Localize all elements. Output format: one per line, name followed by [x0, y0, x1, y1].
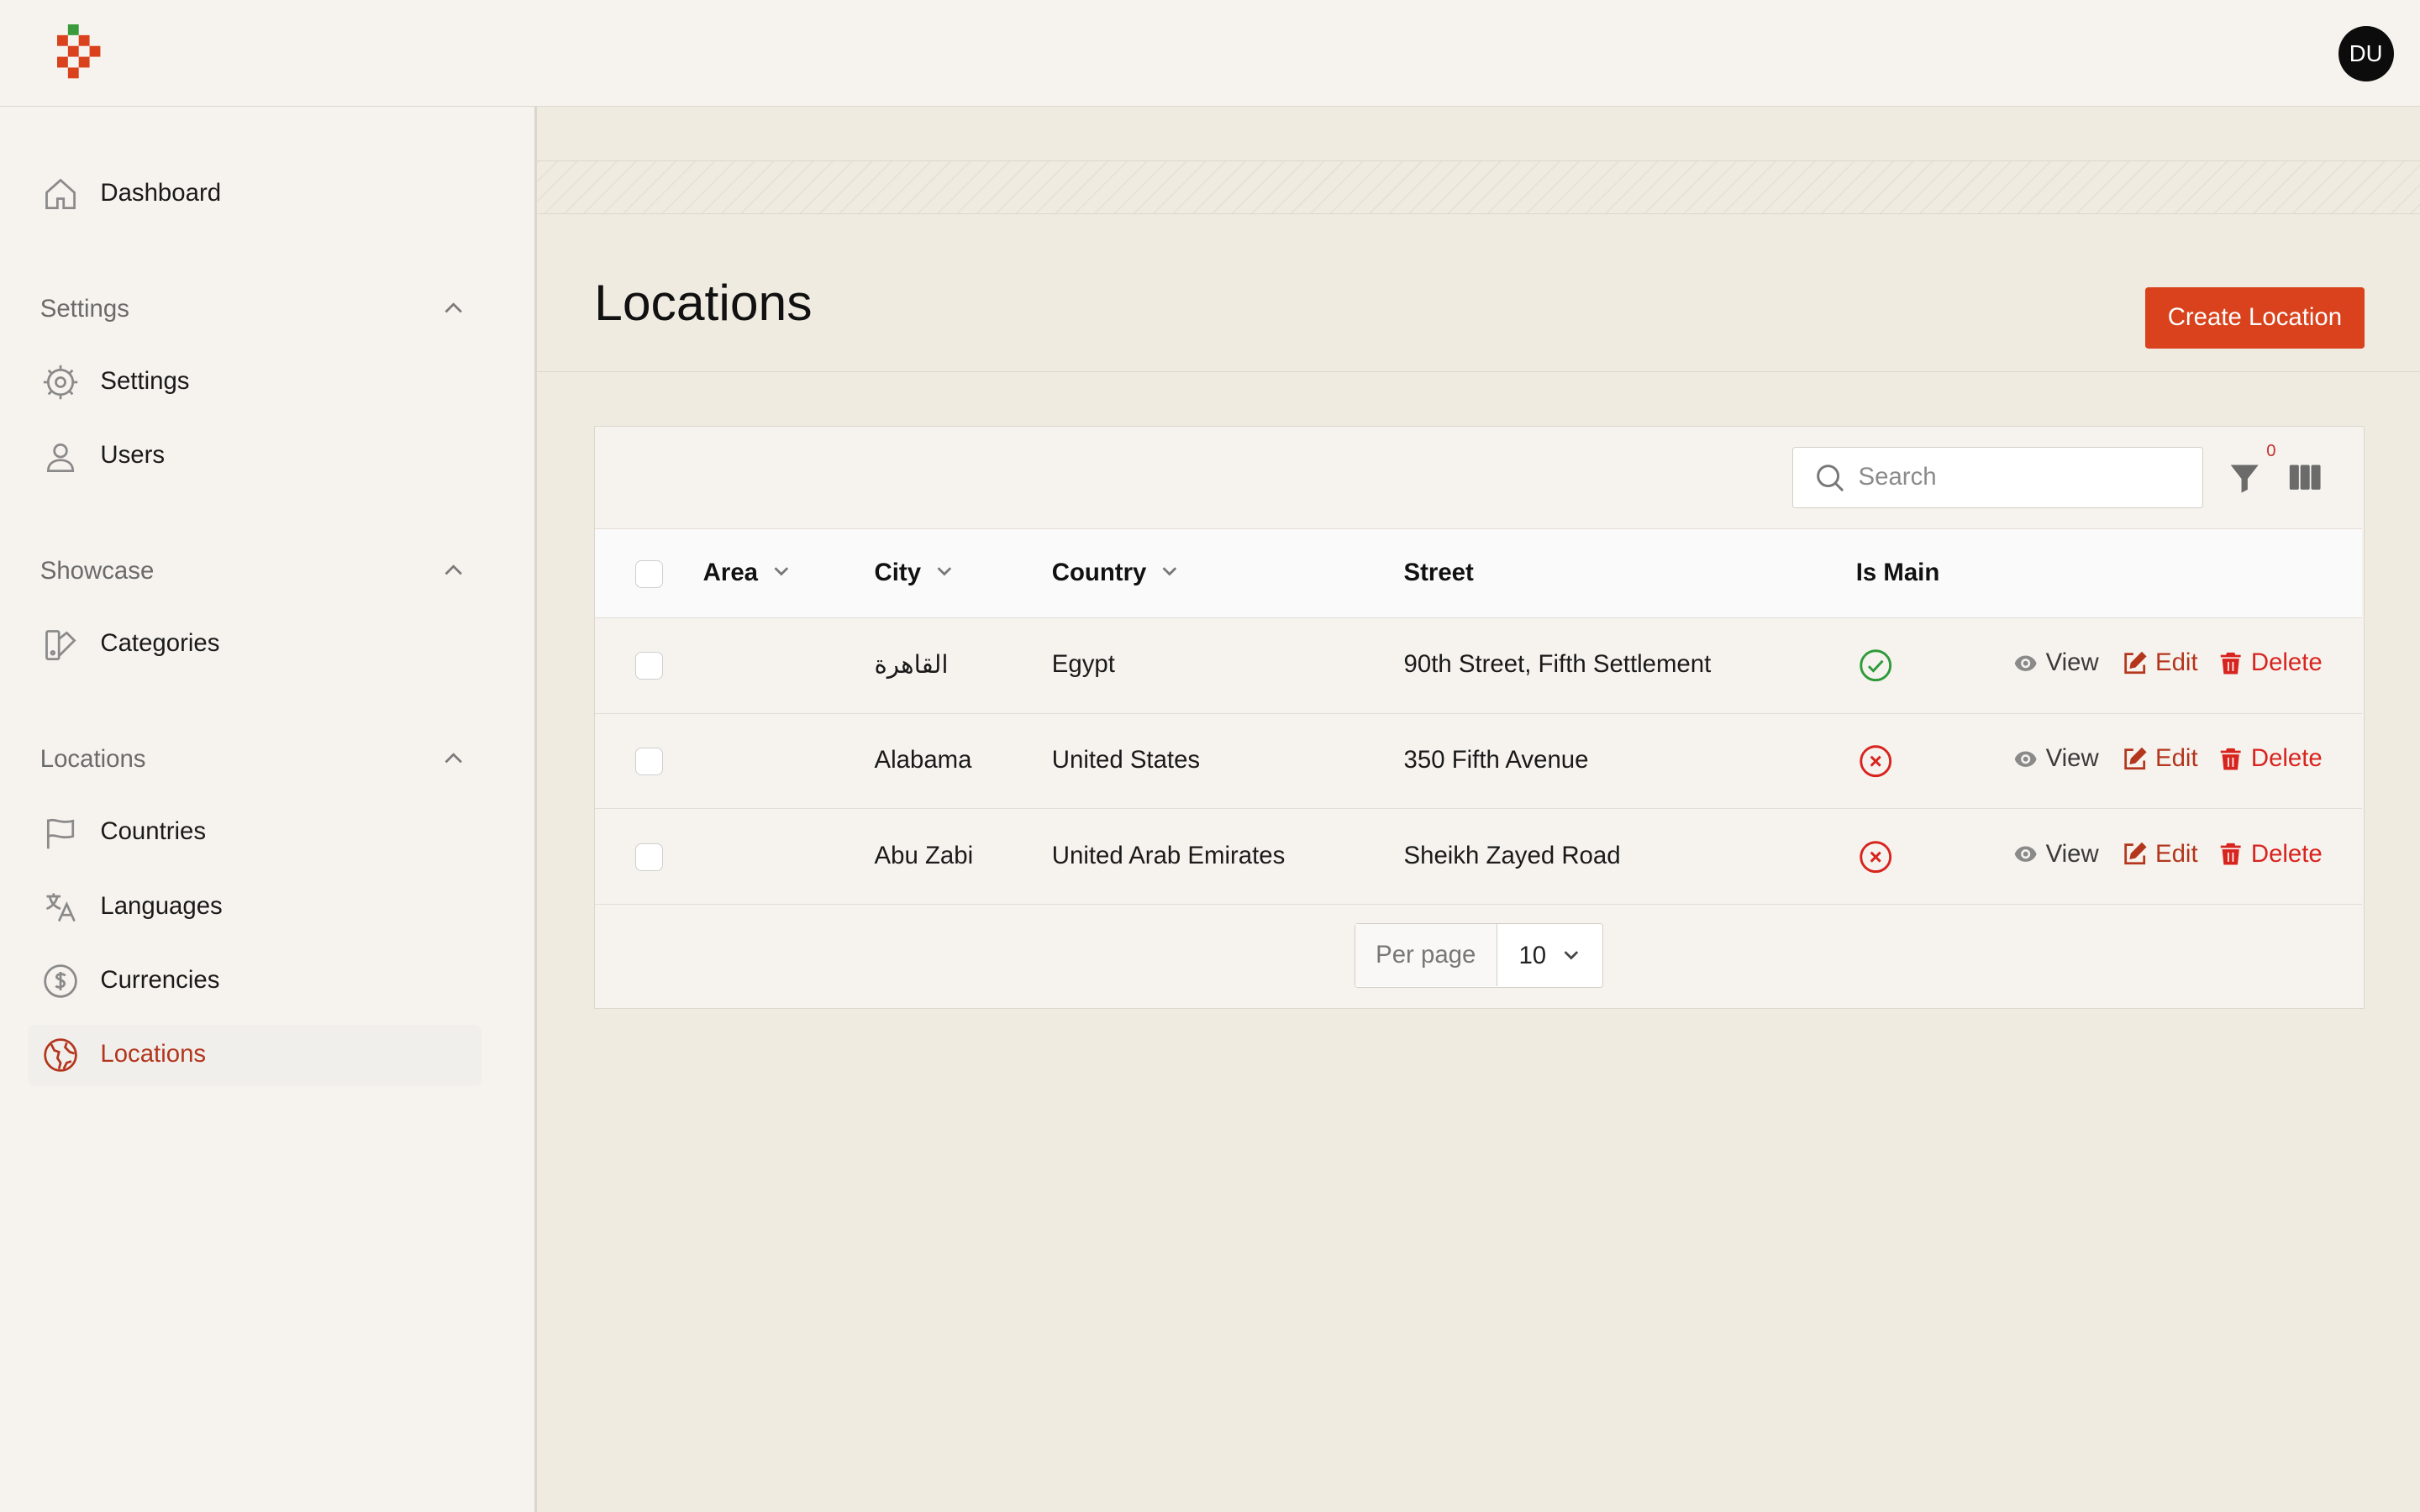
sidebar-item-dashboard[interactable]: Dashboard — [28, 164, 481, 225]
filter-count-badge: 0 — [2266, 442, 2276, 461]
app-logo[interactable] — [56, 24, 103, 81]
gear-icon — [43, 365, 77, 400]
page-header: Locations Create Location — [537, 214, 2420, 372]
search-field[interactable] — [1792, 446, 2203, 509]
row-checkbox[interactable] — [634, 747, 663, 775]
swatch-icon — [45, 629, 76, 660]
sidebar-item-label: Users — [100, 441, 166, 470]
user-avatar[interactable]: DU — [2338, 26, 2394, 82]
sidebar-item-currencies[interactable]: Currencies — [28, 950, 481, 1011]
sidebar-item-label: Languages — [100, 891, 223, 920]
sidebar-item-label: Currencies — [100, 965, 220, 994]
table-row: Alabama United States 350 Fifth Avenue V… — [595, 714, 2363, 810]
chevron-down-icon — [1162, 567, 1177, 576]
cell-city: Abu Zabi — [874, 841, 974, 869]
cell-country: United States — [1051, 746, 1201, 774]
chevron-up-icon[interactable] — [441, 747, 466, 771]
search-input[interactable] — [1858, 447, 2191, 507]
cell-city: Alabama — [874, 746, 972, 774]
cell-street: 90th Street, Fifth Settlement — [1403, 650, 1712, 679]
table-toolbar: 0 — [595, 427, 2362, 528]
user-icon — [46, 443, 74, 472]
table-header: Area City Country Street Is Main — [595, 528, 2363, 618]
eye-icon — [2014, 655, 2037, 671]
column-header-city[interactable]: City — [875, 559, 955, 587]
cell-country: United Arab Emirates — [1051, 841, 1286, 869]
per-page-select[interactable]: 10 — [1497, 924, 1602, 985]
filter-icon[interactable] — [2228, 460, 2261, 494]
sidebar-item-label: Countries — [100, 817, 207, 846]
column-header-is-main: Is Main — [1855, 559, 1940, 587]
sidebar-item-label: Locations — [100, 1039, 207, 1068]
sidebar-item-countries[interactable]: Countries — [28, 802, 481, 864]
decorative-strip — [537, 160, 2420, 215]
pagination: Per page 10 — [1354, 923, 1603, 989]
sidebar-group-settings[interactable]: Settings — [40, 295, 129, 323]
cell-street: 350 Fifth Avenue — [1403, 746, 1589, 774]
edit-action[interactable]: Edit — [2123, 648, 2198, 677]
translate-icon — [45, 893, 76, 922]
chevron-down-icon — [937, 567, 951, 576]
edit-icon — [2124, 843, 2148, 865]
sidebar: Dashboard Settings Settings Users Showca… — [0, 106, 538, 1512]
main-content: Locations Create Location 0 Area City Co… — [537, 106, 2420, 1512]
columns-icon[interactable] — [2288, 460, 2322, 494]
trash-icon — [2221, 652, 2241, 675]
view-action[interactable]: View — [2013, 648, 2099, 677]
table-row: Abu Zabi United Arab Emirates Sheikh Zay… — [595, 809, 2363, 906]
x-circle-icon — [1860, 745, 1892, 778]
search-icon — [1817, 465, 1844, 492]
view-action[interactable]: View — [2013, 744, 2099, 773]
per-page-label: Per page — [1355, 924, 1497, 986]
flag-icon — [46, 818, 74, 849]
create-location-button[interactable]: Create Location — [2144, 286, 2365, 349]
sidebar-item-label: Settings — [100, 367, 190, 396]
table-row: القاهرة Egypt 90th Street, Fifth Settlem… — [595, 618, 2363, 714]
edit-icon — [2124, 747, 2148, 769]
app-root: DU Dashboard Settings Settings Users Sho… — [0, 0, 2420, 1512]
column-header-street: Street — [1403, 559, 1474, 587]
sidebar-item-users[interactable]: Users — [28, 426, 481, 487]
sidebar-group-showcase[interactable]: Showcase — [40, 557, 155, 585]
trash-icon — [2221, 843, 2241, 865]
x-circle-icon — [1860, 841, 1892, 874]
column-header-country[interactable]: Country — [1052, 559, 1181, 587]
select-all-checkbox[interactable] — [634, 559, 663, 588]
page-title: Locations — [594, 274, 813, 332]
chevron-up-icon[interactable] — [441, 559, 466, 583]
eye-icon — [2014, 846, 2037, 863]
chevron-down-icon — [774, 567, 788, 576]
chevron-down-icon — [1564, 951, 1579, 960]
eye-icon — [2014, 751, 2037, 767]
edit-action[interactable]: Edit — [2123, 744, 2198, 773]
sidebar-item-languages[interactable]: Languages — [28, 876, 481, 937]
column-header-area[interactable]: Area — [703, 559, 792, 587]
row-checkbox[interactable] — [634, 843, 663, 871]
sidebar-item-locations[interactable]: Locations — [28, 1024, 482, 1086]
delete-action[interactable]: Delete — [2218, 744, 2323, 773]
dollar-icon — [43, 964, 77, 998]
sidebar-item-settings[interactable]: Settings — [28, 352, 481, 413]
cell-city: القاهرة — [874, 651, 949, 680]
edit-action[interactable]: Edit — [2123, 840, 2198, 869]
globe-icon — [43, 1038, 77, 1073]
locations-table-card: 0 Area City Country Street Is Main القاه… — [594, 425, 2365, 1010]
delete-action[interactable]: Delete — [2218, 648, 2323, 677]
sidebar-group-locations[interactable]: Locations — [40, 745, 146, 774]
top-bar: DU — [0, 0, 2420, 107]
sidebar-item-label: Dashboard — [100, 179, 222, 207]
home-icon — [45, 179, 76, 210]
edit-icon — [2124, 651, 2148, 674]
cell-street: Sheikh Zayed Road — [1403, 841, 1621, 869]
sidebar-item-categories[interactable]: Categories — [28, 614, 481, 675]
sidebar-item-label: Categories — [100, 629, 220, 658]
chevron-up-icon[interactable] — [441, 297, 466, 321]
delete-action[interactable]: Delete — [2218, 840, 2323, 869]
per-page-value: 10 — [1518, 941, 1547, 969]
view-action[interactable]: View — [2013, 840, 2099, 869]
trash-icon — [2221, 748, 2241, 770]
check-circle-icon — [1860, 649, 1892, 682]
cell-country: Egypt — [1051, 650, 1115, 679]
row-checkbox[interactable] — [634, 652, 663, 680]
